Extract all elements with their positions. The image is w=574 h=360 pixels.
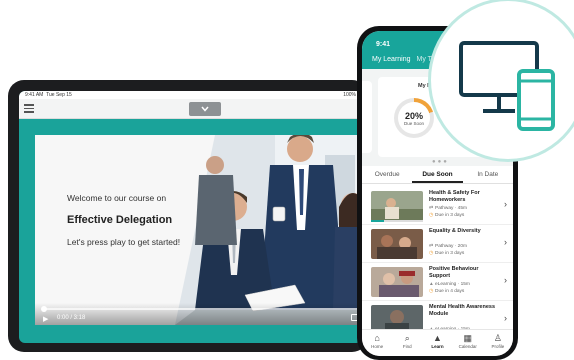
- video-controls: ▶ 0:00 / 3:18: [35, 303, 362, 325]
- course-list: Health & Safety For Homeworkers ⇄ Pathway…: [362, 187, 513, 339]
- play-icon[interactable]: ▶: [43, 315, 48, 323]
- hamburger-menu-icon[interactable]: [24, 104, 34, 114]
- tablet-status-bar: 9:41 AM Tue Sep 15 100%: [19, 91, 362, 99]
- tab-overdue[interactable]: Overdue: [362, 166, 412, 183]
- list-item[interactable]: Equality & Diversity ⇄ Pathway · 20m ◷ Due…: [362, 225, 513, 263]
- graduation-cap-icon: ▲: [433, 333, 442, 343]
- tab-my-learning[interactable]: My Learning: [372, 56, 411, 63]
- course-due: ◷ Due in 4 days: [429, 289, 465, 294]
- nav-profile[interactable]: ♙ Profile: [483, 330, 513, 356]
- carousel-dots: ●●●: [432, 159, 449, 165]
- tablet-top-bar: [19, 99, 362, 119]
- tab-due-soon[interactable]: Due Soon: [412, 166, 463, 183]
- tablet-status-date: Tue Sep 15: [46, 92, 72, 98]
- course-title: Health & Safety For Homeworkers: [429, 190, 480, 203]
- collapse-button[interactable]: [189, 102, 221, 116]
- course-due: ◷ Due in 3 days: [429, 213, 465, 218]
- chevron-right-icon[interactable]: ›: [504, 313, 507, 323]
- progress-ring: 20% Due Soon: [394, 98, 434, 138]
- nav-home[interactable]: ⌂ Home: [362, 330, 392, 356]
- nav-find[interactable]: ⌕ Find: [392, 330, 422, 356]
- course-title: Equality & Diversity: [429, 228, 481, 234]
- chevron-down-icon: [201, 106, 209, 112]
- tablet-status-time: 9:41 AM: [25, 92, 44, 98]
- progress-percent: 20%: [404, 111, 423, 121]
- tab-in-date[interactable]: In Date: [463, 166, 513, 183]
- video-time: 0:00 / 3:18: [57, 315, 86, 321]
- course-due: ◷ Due in 3 days: [429, 251, 465, 256]
- nav-calendar[interactable]: ▦ Calendar: [453, 330, 483, 356]
- chevron-right-icon[interactable]: ›: [504, 199, 507, 209]
- tablet-device: 9:41 AM Tue Sep 15 100% Welcome to our c…: [8, 80, 368, 352]
- course-thumbnail: [371, 191, 423, 221]
- carousel-prev-card[interactable]: [362, 81, 372, 153]
- course-thumbnail: [371, 267, 423, 297]
- course-type: ⇄ Pathway · 20m: [429, 244, 467, 249]
- list-item[interactable]: Health & Safety For Homeworkers ⇄ Pathway…: [362, 187, 513, 225]
- chevron-right-icon[interactable]: ›: [504, 275, 507, 285]
- business-meeting-photo: [175, 135, 362, 325]
- nav-learn[interactable]: ▲ Learn: [422, 330, 452, 356]
- phone-status-time: 9:41: [376, 41, 391, 48]
- chevron-right-icon[interactable]: ›: [504, 237, 507, 247]
- tablet-status-battery: 100%: [343, 92, 356, 98]
- desktop-and-mobile-icon: [459, 41, 555, 131]
- video-progress-bar[interactable]: [41, 306, 358, 312]
- progress-ring-label: Due Soon: [403, 121, 424, 126]
- course-progress-bar: [371, 220, 423, 222]
- video-player[interactable]: Welcome to our course on Effective Deleg…: [35, 135, 362, 325]
- profile-icon: ♙: [493, 333, 502, 343]
- home-icon: ⌂: [374, 333, 380, 343]
- tablet-screen: 9:41 AM Tue Sep 15 100% Welcome to our c…: [19, 91, 362, 343]
- course-title: Mental Health Awareness Module: [429, 304, 496, 317]
- bottom-navigation: ⌂ Home ⌕ Find ▲ Learn ▦ Calendar ♙ Profile: [362, 329, 513, 356]
- video-scrubber-handle[interactable]: [41, 306, 47, 312]
- course-type: ⇄ Pathway · 45m: [429, 206, 467, 211]
- due-filter-tabs: Overdue Due Soon In Date: [362, 166, 513, 184]
- search-icon: ⌕: [404, 333, 410, 343]
- list-item[interactable]: Positive Behaviour Support ▲eLearning · …: [362, 263, 513, 301]
- course-thumbnail: [371, 229, 423, 259]
- course-type: ▲eLearning · 15m: [429, 282, 470, 287]
- phone-top-tabs: My Learning My T: [372, 56, 436, 63]
- calendar-icon: ▦: [463, 333, 472, 343]
- course-title: Positive Behaviour Support: [429, 266, 479, 279]
